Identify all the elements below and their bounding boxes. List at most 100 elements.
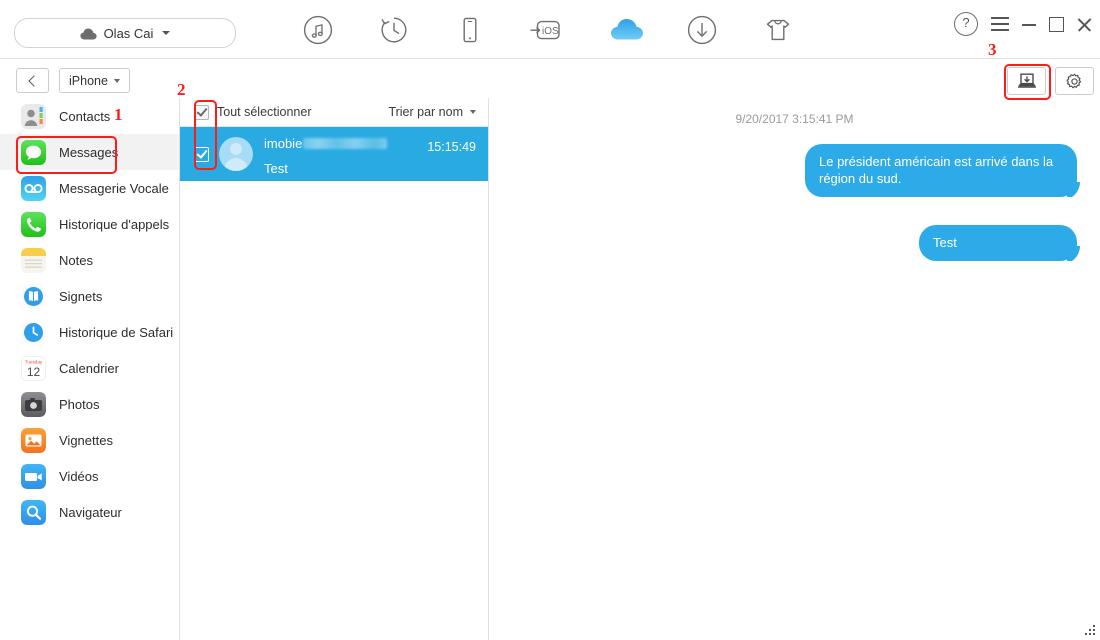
sidebar-item-label: Historique de Safari <box>59 324 174 340</box>
menu-button[interactable] <box>991 17 1009 31</box>
toolbar-icons: iOS <box>296 8 816 52</box>
redacted-name-region <box>303 137 388 149</box>
export-to-computer-icon <box>1017 73 1036 88</box>
message-text: Le président américain est arrivé dans l… <box>819 154 1054 186</box>
close-icon <box>1077 17 1092 32</box>
close-button[interactable] <box>1077 17 1092 32</box>
cloud-icon[interactable] <box>604 8 648 52</box>
chevron-down-icon <box>470 110 476 114</box>
sidebar-item-messages[interactable]: Messages <box>0 134 179 170</box>
browser-icon <box>21 499 46 525</box>
sidebar-item-label: Vidéos <box>59 468 99 484</box>
chat-timestamp: 9/20/2017 3:15:41 PM <box>735 112 854 126</box>
cloud-icon <box>79 27 97 40</box>
device-label: iPhone <box>69 73 108 88</box>
message-row: Test <box>489 225 1100 261</box>
sidebar: Contacts Messages Messagerie Vocale Hist… <box>0 98 180 640</box>
message-bubble: Le président américain est arrivé dans l… <box>805 144 1077 197</box>
chat-pane: 9/20/2017 3:15:41 PM Le président améric… <box>489 98 1100 640</box>
app-window: Olas Cai iOS ? iPhone Contacts Messages … <box>0 0 1100 640</box>
notes-icon <box>21 247 46 273</box>
help-button[interactable]: ? <box>954 12 978 36</box>
sidebar-item-videos[interactable]: Vidéos <box>0 458 179 494</box>
svg-text:12: 12 <box>27 365 41 379</box>
conversation-text: imobie 15:15:49 Test <box>264 132 476 177</box>
sidebar-item-bookmarks[interactable]: Signets <box>0 278 179 314</box>
sidebar-item-safari-history[interactable]: Historique de Safari <box>0 314 179 350</box>
message-row: Le président américain est arrivé dans l… <box>489 144 1100 197</box>
back-button[interactable] <box>16 68 49 93</box>
sidebar-item-call-history[interactable]: Historique d'appels <box>0 206 179 242</box>
sidebar-item-label: Messagerie Vocale <box>59 180 169 196</box>
sidebar-item-label: Signets <box>59 288 103 304</box>
settings-gear-icon <box>1066 73 1082 88</box>
device-icon[interactable] <box>448 8 492 52</box>
sidebar-item-calendar[interactable]: Tuesday 12 Calendrier <box>0 350 179 386</box>
minimize-icon <box>1022 17 1036 31</box>
export-button[interactable] <box>1007 67 1046 95</box>
to-ios-icon[interactable]: iOS <box>524 8 568 52</box>
music-icon[interactable] <box>296 8 340 52</box>
top-toolbar: Olas Cai iOS ? <box>0 0 1100 59</box>
toolkit-icon[interactable] <box>756 8 800 52</box>
help-icon: ? <box>954 12 978 36</box>
messages-icon <box>21 139 46 165</box>
sub-toolbar <box>0 59 1100 98</box>
conversation-preview: Test <box>264 161 288 176</box>
chevron-down-icon <box>113 78 120 83</box>
photos-icon <box>21 391 46 417</box>
sidebar-item-browser[interactable]: Navigateur <box>0 494 179 530</box>
device-selector[interactable]: iPhone <box>59 68 130 93</box>
select-all-label: Tout sélectionner <box>217 105 312 119</box>
sidebar-item-label: Historique d'appels <box>59 216 170 232</box>
conversation-name: imobie <box>264 135 303 151</box>
conversation-time: 15:15:49 <box>427 140 476 154</box>
window-controls: ? <box>954 12 1092 36</box>
bookmarks-icon <box>21 283 46 309</box>
thumbnails-icon <box>21 427 46 453</box>
svg-text:Tuesday: Tuesday <box>25 359 43 364</box>
sidebar-item-label: Photos <box>59 396 100 412</box>
account-name: Olas Cai <box>103 25 154 41</box>
download-icon[interactable] <box>680 8 724 52</box>
list-header: Tout sélectionner Trier par nom <box>180 98 488 127</box>
bubble-tail-icon <box>1067 180 1083 197</box>
sidebar-item-notes[interactable]: Notes <box>0 242 179 278</box>
calendar-icon: Tuesday 12 <box>21 355 46 381</box>
message-bubble: Test <box>919 225 1077 261</box>
chevron-down-icon <box>162 31 171 35</box>
maximize-button[interactable] <box>1049 16 1064 32</box>
conversation-list-pane: Tout sélectionner Trier par nom imobie 1… <box>180 98 489 640</box>
sidebar-item-label: Calendrier <box>59 360 119 376</box>
message-text: Test <box>933 235 957 250</box>
sidebar-item-label: Contacts <box>59 108 111 124</box>
sidebar-item-photos[interactable]: Photos <box>0 386 179 422</box>
backup-history-icon[interactable] <box>372 8 416 52</box>
minimize-button[interactable] <box>1022 17 1036 31</box>
videos-icon <box>21 463 46 489</box>
account-button[interactable]: Olas Cai <box>14 18 236 48</box>
call-history-icon <box>21 211 46 237</box>
conversation-checkbox[interactable] <box>194 146 209 162</box>
sidebar-item-contacts[interactable]: Contacts <box>0 98 179 134</box>
svg-text:iOS: iOS <box>542 26 559 37</box>
resize-grip[interactable] <box>1085 625 1096 636</box>
sort-dropdown[interactable]: Trier par nom <box>388 105 476 119</box>
sidebar-item-thumbnails[interactable]: Vignettes <box>0 422 179 458</box>
conversation-row[interactable]: imobie 15:15:49 Test <box>180 127 488 181</box>
settings-button[interactable] <box>1055 67 1094 95</box>
sidebar-item-label: Messages <box>59 144 119 160</box>
voicemail-icon <box>21 175 46 201</box>
sort-label: Trier par nom <box>388 105 463 119</box>
bubble-tail-icon <box>1067 244 1083 261</box>
maximize-icon <box>1049 16 1064 32</box>
sidebar-item-label: Navigateur <box>59 504 122 520</box>
sidebar-item-label: Notes <box>59 252 93 268</box>
contacts-icon <box>21 103 46 129</box>
select-all-checkbox[interactable] <box>194 104 209 120</box>
safari-history-icon <box>21 319 46 345</box>
avatar <box>219 137 253 171</box>
sidebar-item-label: Vignettes <box>59 432 113 448</box>
chevron-left-icon <box>28 74 40 87</box>
sidebar-item-voicemail[interactable]: Messagerie Vocale <box>0 170 179 206</box>
